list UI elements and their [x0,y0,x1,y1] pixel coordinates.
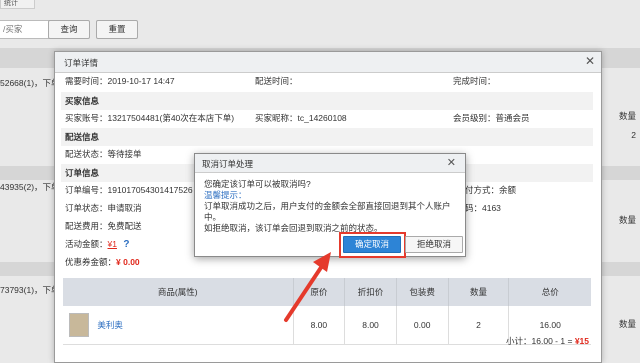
annotation-arrow [284,252,331,322]
